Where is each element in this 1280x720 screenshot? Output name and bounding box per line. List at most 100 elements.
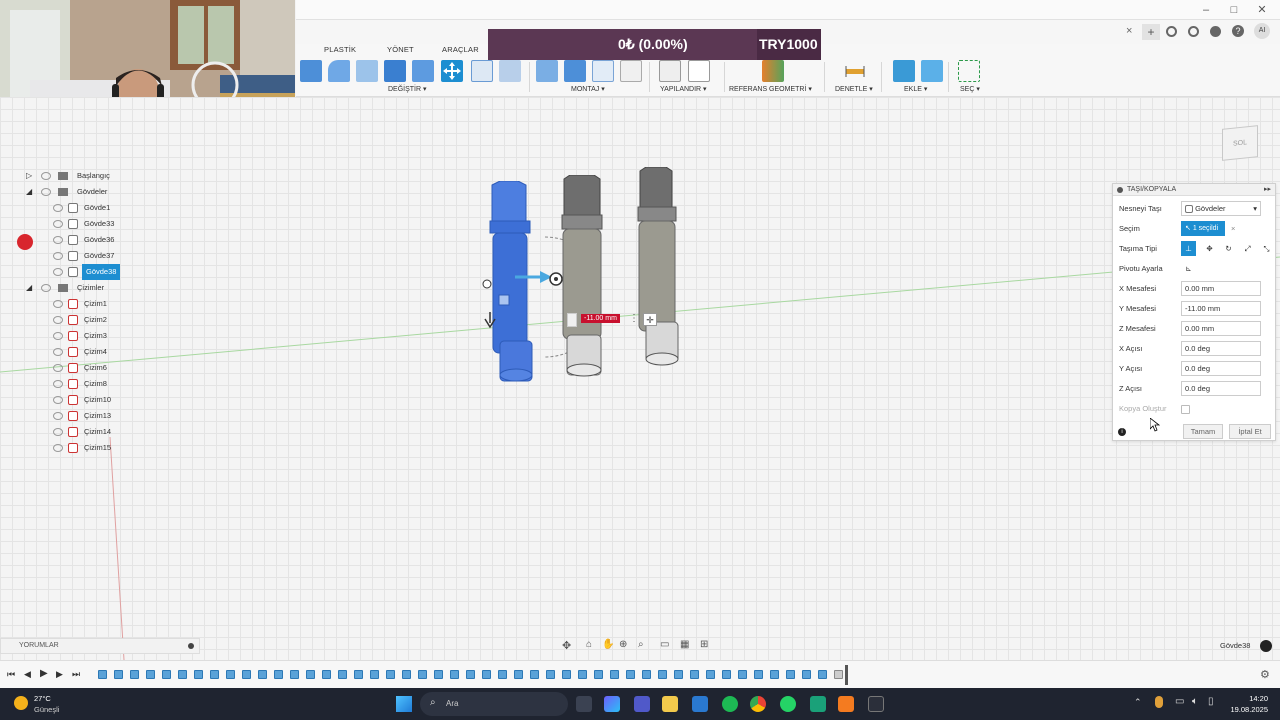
timeline-feature[interactable]	[770, 670, 779, 679]
visibility-icon[interactable]	[53, 364, 63, 372]
visibility-icon[interactable]	[53, 252, 63, 260]
timeline-feature[interactable]	[370, 670, 379, 679]
last-step-icon[interactable]: ⏭	[72, 669, 80, 680]
group-select-label[interactable]: SEÇ ▾	[960, 85, 980, 93]
visibility-icon[interactable]	[53, 412, 63, 420]
clock-date[interactable]: 19.08.2025	[1226, 705, 1268, 714]
timeline-feature[interactable]	[610, 670, 619, 679]
tray-chevron-icon[interactable]: ⌃	[1134, 697, 1142, 708]
dialog-collapse-icon[interactable]	[1117, 187, 1123, 193]
visibility-icon[interactable]	[41, 188, 51, 196]
timeline-feature[interactable]	[402, 670, 411, 679]
job-status-icon[interactable]	[1188, 26, 1199, 37]
configure-icon[interactable]	[659, 60, 681, 82]
timeline-feature[interactable]	[210, 670, 219, 679]
measure-icon[interactable]	[844, 60, 866, 82]
fit-icon[interactable]: ⌕	[638, 639, 644, 650]
clear-selection-icon[interactable]: ×	[1231, 221, 1235, 237]
chamfer-icon[interactable]	[356, 60, 378, 82]
point-to-point-icon[interactable]: ⤢	[1240, 241, 1255, 256]
as-built-joint-icon[interactable]	[592, 60, 614, 82]
close-icon[interactable]: ✕	[1254, 3, 1270, 17]
timeline-feature[interactable]	[466, 670, 475, 679]
distance-value[interactable]: -11.00 mm	[581, 314, 620, 323]
visibility-icon[interactable]	[53, 380, 63, 388]
timeline-feature[interactable]	[434, 670, 443, 679]
visibility-icon[interactable]	[53, 300, 63, 308]
group-modify-label[interactable]: DEĞİŞTİR ▾	[388, 85, 427, 93]
timeline-feature[interactable]	[626, 670, 635, 679]
more-options-icon[interactable]: ⋮	[629, 313, 639, 324]
capcut-icon[interactable]	[868, 696, 884, 712]
fillet-icon[interactable]	[328, 60, 350, 82]
status-icon[interactable]	[1260, 640, 1272, 652]
previous-step-icon[interactable]: ◀	[24, 669, 31, 680]
viewcube[interactable]: SOL	[1222, 125, 1258, 161]
maximize-icon[interactable]: □	[1226, 3, 1242, 17]
visibility-icon[interactable]	[53, 396, 63, 404]
timeline-feature[interactable]	[514, 670, 523, 679]
timeline-feature[interactable]	[194, 670, 203, 679]
x-distance-input[interactable]: 0.00 mm	[1181, 281, 1261, 296]
free-move-icon[interactable]: ⊥	[1181, 241, 1196, 256]
group-configure-label[interactable]: YAPILANDIR ▾	[660, 85, 707, 93]
select-icon[interactable]	[958, 60, 980, 82]
visibility-icon[interactable]	[53, 444, 63, 452]
shell-icon[interactable]	[384, 60, 406, 82]
clock-time[interactable]: 14:20	[1228, 694, 1268, 703]
minimize-icon[interactable]: –	[1198, 3, 1214, 17]
tab-manage[interactable]: YÖNET	[387, 45, 414, 54]
comments-panel[interactable]: YORUMLAR	[0, 638, 200, 654]
group-assembly-label[interactable]: MONTAJ ▾	[571, 85, 605, 93]
timeline-feature[interactable]	[722, 670, 731, 679]
timeline-feature[interactable]	[418, 670, 427, 679]
grid-settings-icon[interactable]: ▦	[680, 639, 689, 650]
visibility-icon[interactable]	[53, 204, 63, 212]
start-icon[interactable]	[396, 696, 412, 712]
timeline-feature[interactable]	[530, 670, 539, 679]
timeline-feature[interactable]	[98, 670, 107, 679]
tab-plastic[interactable]: PLASTİK	[324, 45, 356, 54]
insert-derive-icon[interactable]	[893, 60, 915, 82]
timeline-feature[interactable]	[786, 670, 795, 679]
y-distance-input[interactable]: -11.00 mm	[1181, 301, 1261, 316]
timeline-feature[interactable]	[146, 670, 155, 679]
align-icon[interactable]	[471, 60, 493, 82]
body-gövde37[interactable]	[558, 175, 618, 385]
timeline-feature[interactable]	[562, 670, 571, 679]
timeline-feature[interactable]	[258, 670, 267, 679]
new-tab-icon[interactable]: +	[1142, 24, 1160, 40]
timeline-feature[interactable]	[162, 670, 171, 679]
look-at-icon[interactable]: ⌂	[586, 639, 592, 650]
timeline-feature[interactable]	[242, 670, 251, 679]
group-inspect-label[interactable]: DENETLE ▾	[835, 85, 873, 93]
volume-icon[interactable]: 🔈︎	[1192, 696, 1198, 707]
tab-tools[interactable]: ARAÇLAR	[442, 45, 479, 54]
visibility-icon[interactable]	[53, 316, 63, 324]
visibility-icon[interactable]	[41, 284, 51, 292]
timeline-settings-icon[interactable]: ⚙	[1260, 668, 1270, 681]
configuration-table-icon[interactable]	[688, 60, 710, 82]
close-tab-icon[interactable]: ×	[1126, 25, 1132, 37]
timeline-feature[interactable]	[290, 670, 299, 679]
cancel-button[interactable]: İptal Et	[1229, 424, 1271, 439]
timeline-feature[interactable]	[226, 670, 235, 679]
collapse-icon[interactable]: ◢	[26, 280, 32, 296]
chrome-icon[interactable]	[750, 696, 766, 712]
create-copy-checkbox[interactable]	[1181, 405, 1190, 414]
distance-input-popup[interactable]: -11.00 mm ⋮ ✛	[567, 313, 659, 327]
insert-canvas-icon[interactable]	[921, 60, 943, 82]
task-view-icon[interactable]	[576, 696, 592, 712]
viewports-icon[interactable]: ⊞	[700, 639, 708, 650]
taskbar-search[interactable]: ⌕ Ara	[420, 692, 568, 716]
visibility-icon[interactable]	[53, 236, 63, 244]
collapse-icon[interactable]: ◢	[26, 184, 32, 200]
extensions-icon[interactable]	[1166, 26, 1177, 37]
new-component-icon[interactable]	[536, 60, 558, 82]
first-step-icon[interactable]: ⏮	[7, 669, 15, 680]
x-angle-input[interactable]: 0.0 deg	[1181, 341, 1261, 356]
timeline-feature[interactable]	[674, 670, 683, 679]
pan-icon[interactable]: ✋	[602, 639, 614, 650]
whatsapp-icon[interactable]	[780, 696, 796, 712]
rotate-icon[interactable]: ↻	[1221, 241, 1236, 256]
